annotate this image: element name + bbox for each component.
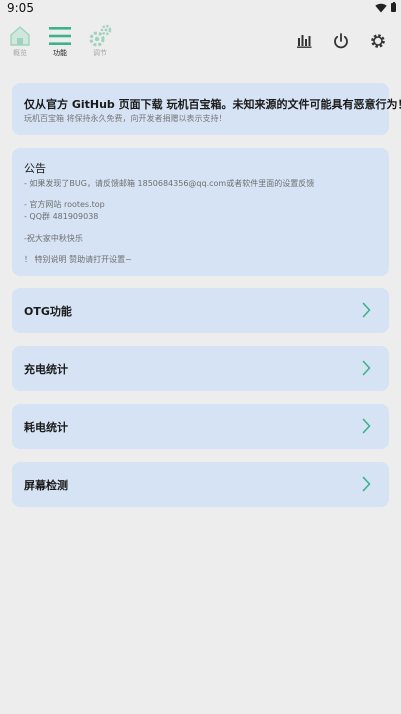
gears-icon [89, 24, 112, 47]
announcement-line: ！ 特别说明 赞助请打开设置~ [24, 255, 132, 264]
home-icon [10, 26, 30, 46]
status-bar: 9:05 [0, 0, 401, 18]
announcement-line: - 官方网站 rootes.top [24, 200, 105, 209]
settings-gear-icon[interactable] [368, 31, 388, 51]
chevron-right-icon [362, 360, 371, 376]
feature-row-charge-stats[interactable]: 充电统计 [12, 346, 389, 391]
announcement-line: -祝大家中秋快乐 [24, 234, 83, 243]
chevron-right-icon [362, 418, 371, 434]
feature-row-screen-test[interactable]: 屏幕检测 [12, 462, 389, 507]
tab-adjust[interactable]: 调节 [83, 24, 117, 58]
notice-sub-text: 玩机百宝箱 将保持永久免费，向开发者捐赠以表示支持！ [24, 114, 227, 123]
tab-functions[interactable]: 功能 [43, 24, 77, 58]
feature-label: 充电统计 [24, 363, 68, 376]
wifi-icon [375, 3, 387, 13]
announcement-line: - 如果发现了BUG，请反馈邮箱 1850684356@qq.com或者软件里面… [24, 179, 315, 188]
announcement-title: 公告 [24, 162, 46, 175]
status-time: 9:05 [7, 1, 34, 15]
feature-label: OTG功能 [24, 305, 72, 318]
notice-main-text: 仅从官方 GitHub 页面下载 玩机百宝箱。未知来源的文件可能具有恶意行为！ [24, 98, 401, 111]
tab-overview-label: 概览 [13, 49, 27, 57]
feature-label: 耗电统计 [24, 421, 68, 434]
menu-icon [49, 27, 71, 45]
feature-label: 屏幕检测 [24, 479, 68, 492]
bar-chart-icon[interactable] [294, 31, 314, 51]
feature-row-otg[interactable]: OTG功能 [12, 288, 389, 333]
chevron-right-icon [362, 476, 371, 492]
chevron-right-icon [362, 302, 371, 318]
feature-row-power-consumption[interactable]: 耗电统计 [12, 404, 389, 449]
tab-overview[interactable]: 概览 [3, 24, 37, 58]
official-source-notice: 仅从官方 GitHub 页面下载 玩机百宝箱。未知来源的文件可能具有恶意行为！ … [12, 83, 401, 135]
announcement-line: - QQ群 481909038 [24, 212, 99, 221]
tab-adjust-label: 调节 [93, 49, 107, 57]
power-icon[interactable] [331, 31, 351, 51]
battery-icon [391, 1, 396, 12]
tab-functions-label: 功能 [53, 49, 67, 57]
announcement-card: 公告 - 如果发现了BUG，请反馈邮箱 1850684356@qq.com或者软… [12, 148, 389, 276]
